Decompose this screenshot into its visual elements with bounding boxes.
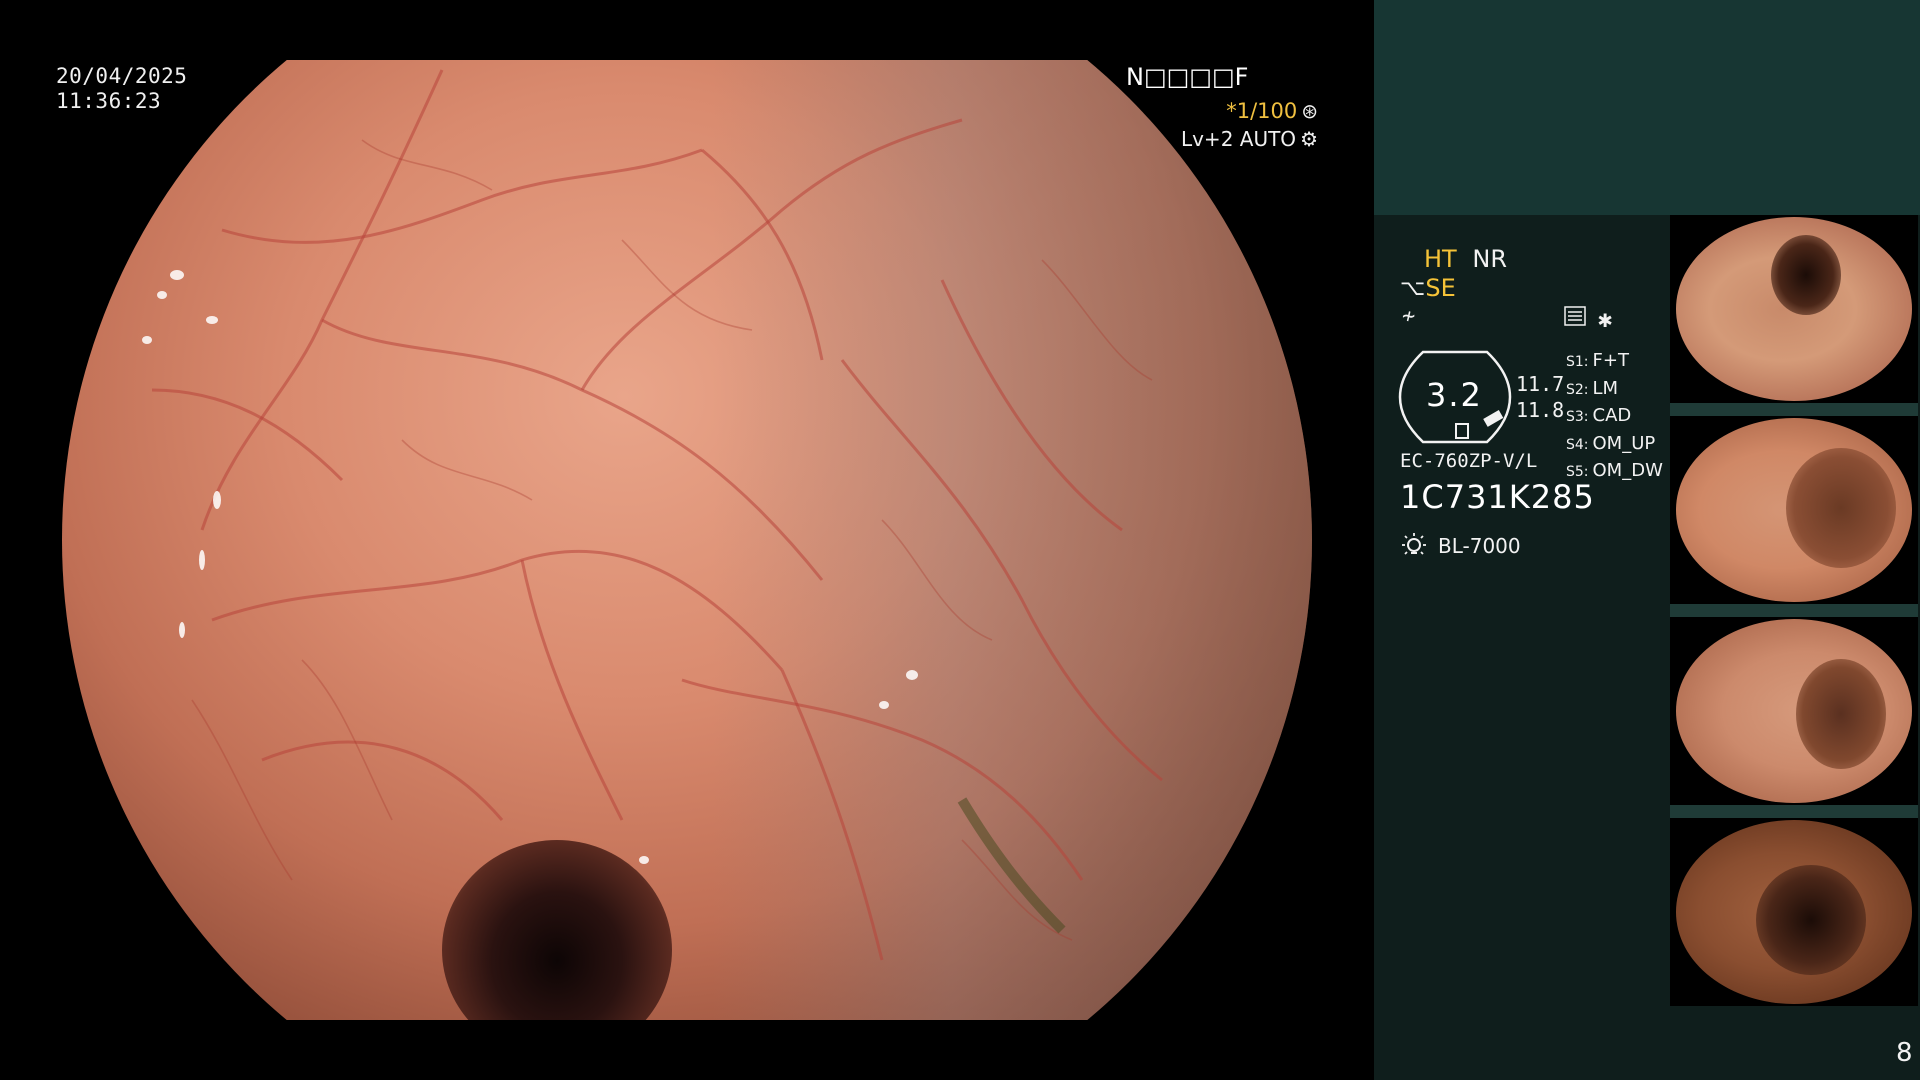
light-bulb-icon: [1402, 533, 1426, 555]
shutter-icon: ⊛: [1301, 99, 1318, 123]
thumbnail-divider: [1670, 403, 1918, 416]
thumbnail-divider: [1670, 604, 1918, 617]
scope-serial: 1C731K285: [1400, 478, 1595, 516]
switch-item: S3: CAD: [1566, 405, 1632, 426]
light-source-model: BL-7000: [1438, 534, 1521, 558]
zoom-value: 3.2: [1426, 376, 1483, 414]
thumbnail-divider: [1670, 805, 1918, 818]
mode-nr: NR: [1472, 245, 1507, 273]
exam-time: 11:36:23: [56, 89, 162, 113]
menu-icon: [1564, 306, 1586, 326]
switch-item: S1: F+T: [1566, 350, 1629, 371]
exam-date: 20/04/2025: [56, 64, 188, 88]
mode-ht: HT: [1424, 245, 1457, 273]
image-modes: HT NR: [1424, 245, 1507, 273]
page-number: 8: [1896, 1038, 1913, 1068]
shutter-value: *1/100: [1226, 99, 1298, 123]
scope-switch-list: S1: F+T S2: LM S3: CAD S4: OM_UP S5: OM_DW: [1566, 348, 1663, 486]
star-icon: ✱: [1598, 305, 1613, 333]
level-row: Lv+2 AUTO ⚙: [1181, 127, 1318, 151]
mode-se: SE: [1425, 274, 1456, 302]
captured-image-thumbnail[interactable]: [1670, 617, 1918, 805]
vessel-pattern: [142, 69, 1163, 961]
endoscope-view: [62, 60, 1312, 1020]
patient-code: N□□□□F: [1126, 63, 1249, 91]
endoscope-icon: ⌥: [1400, 275, 1426, 301]
auto-iris-icon: ⚙: [1300, 127, 1318, 151]
switch-item: S2: LM: [1566, 377, 1619, 399]
metric-b: 11.8: [1516, 398, 1565, 422]
shutter-row: *1/100 ⊛: [1226, 99, 1318, 123]
structure-enhancement: ⌥ SE: [1400, 274, 1456, 302]
captured-image-thumbnail[interactable]: [1670, 416, 1918, 604]
brightness-level: Lv+2 AUTO: [1180, 127, 1297, 151]
light-source-row: BL-7000: [1400, 532, 1521, 560]
scope-model: EC-760ZP-V/L: [1400, 450, 1538, 472]
metric-a: 11.7: [1516, 372, 1565, 396]
noise-icon: ≁: [1402, 304, 1416, 329]
switch-item: S4: OM_UP: [1566, 432, 1656, 454]
captured-image-thumbnail[interactable]: [1670, 215, 1918, 403]
info-panel-header: [1374, 0, 1920, 215]
captured-image-thumbnail[interactable]: [1670, 818, 1918, 1006]
